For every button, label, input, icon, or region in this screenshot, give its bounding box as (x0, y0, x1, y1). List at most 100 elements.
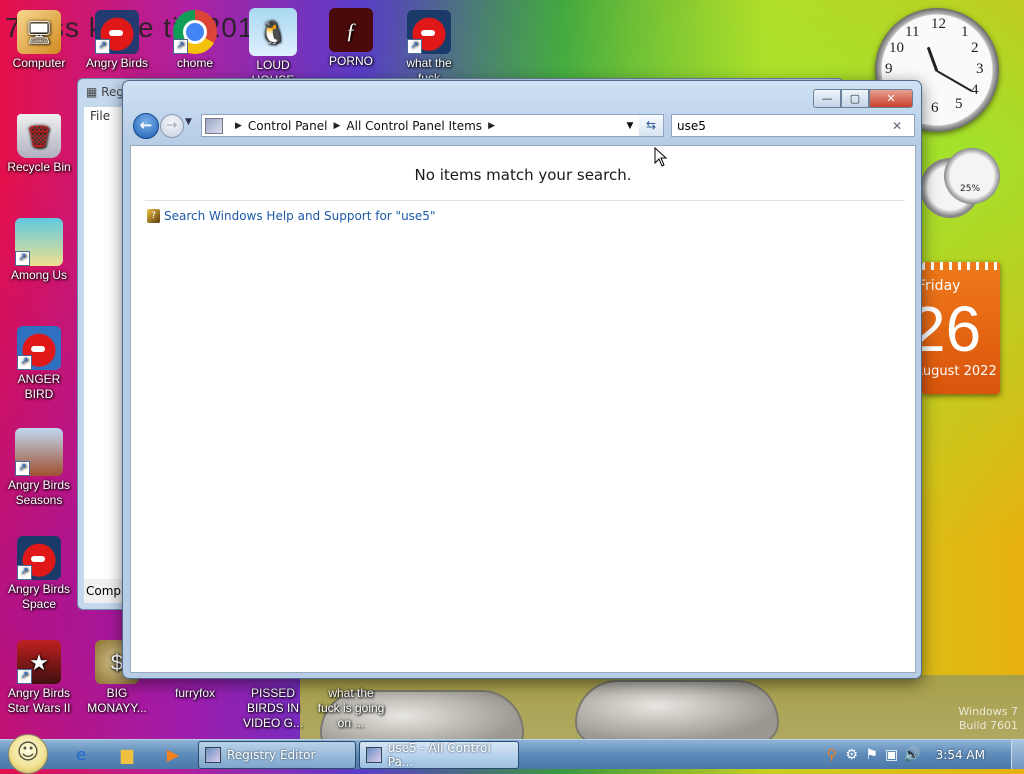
desktop-icon-among-us[interactable]: ↗ Among Us (4, 218, 74, 283)
desktop-icon-angry-birds-seasons[interactable]: ↗ Angry Birds Seasons (4, 428, 74, 508)
taskbar-control-panel[interactable]: use5 - All Control Pa... (359, 741, 519, 769)
angry-birds-star-wars-ii-icon: ★ ↗ (17, 640, 61, 684)
maximize-button[interactable]: ▢ (841, 89, 869, 108)
desktop-icon-angry-birds-space[interactable]: ↗ Angry Birds Space (4, 536, 74, 612)
desktop-icon-label: Angry Birds Space (7, 582, 71, 611)
breadcrumb-all-control-panel-items[interactable]: All Control Panel Items (346, 119, 482, 133)
registry-editor-icon: ▦ (86, 85, 98, 99)
clear-search-icon[interactable]: ✕ (887, 119, 907, 133)
calendar-month-year: August 2022 (922, 364, 997, 379)
breadcrumb-control-panel[interactable]: Control Panel (248, 119, 328, 133)
shortcut-arrow-icon: ↗ (17, 355, 32, 370)
system-tray: ⚲ ⚙ ⚑ ▣ 🔊 3:54 AM (822, 740, 1024, 769)
desktop-icon-chome[interactable]: ↗ chome (160, 10, 230, 71)
navigation-bar: ← → ▼ ▶ Control Panel ▶ All Control Pane… (131, 113, 915, 139)
clock-minute-hand (936, 70, 973, 92)
desktop-icon-what-the-fuck[interactable]: ↗ what the fuck (394, 10, 464, 86)
search-input[interactable] (672, 118, 887, 133)
media-player-icon[interactable]: ▶ (162, 744, 184, 764)
desktop-icon-porno[interactable]: ƒ PORNO (316, 8, 386, 69)
control-panel-window[interactable]: — ▢ ✕ ← → ▼ ▶ Control Panel ▶ All Contro… (122, 80, 922, 679)
breadcrumb-chevron-icon[interactable]: ▶ (235, 121, 242, 131)
desktop-icon-label: Among Us (10, 268, 68, 282)
shortcut-arrow-icon: ↗ (15, 251, 30, 266)
angry-birds-space-icon: ↗ (17, 536, 61, 580)
shortcut-arrow-icon: ↗ (15, 461, 30, 476)
desktop-icon-label: Angry Birds (85, 56, 149, 70)
clock-number: 4 (971, 82, 979, 98)
clock-hour-hand (926, 46, 939, 73)
angry-birds-star-wars-icon: ↗ (95, 10, 139, 54)
memory-gauge: 25% (944, 148, 1000, 204)
desktop-icon-label: Angry Birds Seasons (7, 478, 71, 507)
computer-icon: 🖥 (17, 10, 61, 54)
among-us-icon: ↗ (15, 218, 63, 266)
desktop-icon-label: BIG MONAYY... (87, 686, 147, 715)
clock-number: 12 (931, 16, 946, 32)
desktop-icon-anger-bird[interactable]: ↗ ANGER BIRD (4, 326, 74, 402)
angry-birds-seasons-icon: ↗ (15, 428, 63, 476)
address-dropdown-icon[interactable]: ▼ (621, 121, 639, 131)
angry-bird-icon: ↗ (17, 326, 61, 370)
network-icon[interactable]: ▣ (882, 747, 902, 763)
recycle-bin-icon: 🗑 (17, 114, 61, 158)
taskbar-clock[interactable]: 3:54 AM (936, 748, 985, 762)
calendar-gadget[interactable]: Friday 26 August 2022 (922, 262, 1000, 394)
volume-icon[interactable]: 🔊 (902, 747, 922, 763)
taskbar-registry-editor[interactable]: Registry Editor (198, 741, 356, 769)
desktop-icon-angry-birds[interactable]: ↗ Angry Birds (82, 10, 152, 71)
clock-number: 6 (931, 100, 939, 116)
forward-button[interactable]: → (160, 114, 184, 138)
control-panel-icon (366, 747, 382, 763)
recent-pages-chevron-icon[interactable]: ▼ (185, 117, 192, 127)
breadcrumb-chevron-icon[interactable]: ▶ (488, 121, 495, 131)
search-icon[interactable]: ⚲ (822, 747, 842, 763)
windows-explorer-icon[interactable]: ▆ (116, 744, 138, 764)
close-button[interactable]: ✕ (869, 89, 913, 108)
calendar-day-name: Friday (922, 278, 961, 294)
desktop-icon-computer[interactable]: 🖥 Computer (4, 10, 74, 71)
refresh-button[interactable]: ⇆ (639, 114, 664, 137)
minimize-button[interactable]: — (813, 89, 841, 108)
clock-number: 1 (961, 24, 969, 40)
search-help-link[interactable]: ? Search Windows Help and Support for "u… (147, 209, 435, 223)
angry-birds-space-icon: ↗ (407, 10, 451, 54)
shortcut-arrow-icon: ↗ (407, 39, 422, 54)
clock-number: 11 (905, 24, 920, 40)
registry-editor-icon (205, 747, 221, 763)
shortcut-arrow-icon: ↗ (17, 565, 32, 580)
start-button[interactable]: ☺ (8, 734, 48, 774)
search-box[interactable]: ✕ (671, 114, 915, 137)
watermark-line-1: Windows 7 (958, 705, 1018, 718)
desktop-icon-label: PORNO (328, 54, 373, 68)
internet-explorer-icon[interactable]: e (70, 744, 92, 764)
chrome-icon: ↗ (173, 10, 217, 54)
calendar-day-number: 26 (922, 293, 982, 365)
desktop-icon-loud-house[interactable]: 🐧 LOUD HOUSE (238, 8, 308, 88)
desktop-icon-label: Angry Birds Star Wars II (7, 686, 71, 715)
divider (145, 200, 905, 201)
memory-percent: 25% (960, 184, 981, 194)
control-panel-icon (205, 117, 223, 134)
taskbar-item-label: Registry Editor (227, 748, 316, 762)
taskbar-item-label: use5 - All Control Pa... (387, 741, 491, 769)
shortcut-arrow-icon: ↗ (17, 669, 32, 684)
desktop-icon-angry-birds-star-wars-ii[interactable]: ★ ↗ Angry Birds Star Wars II (4, 640, 74, 716)
desktop-icon-recycle-bin[interactable]: 🗑 Recycle Bin (4, 114, 74, 175)
desktop-icon-label: what the fuck is going on ... (317, 686, 385, 730)
watermark-line-2: Build 7601 (958, 719, 1018, 732)
address-bar[interactable]: ▶ Control Panel ▶ All Control Panel Item… (201, 114, 640, 137)
gear-icon[interactable]: ⚙ (842, 747, 862, 763)
clock-number: 10 (889, 40, 904, 56)
search-help-link-text[interactable]: Search Windows Help and Support for "use… (164, 209, 435, 223)
show-desktop-button[interactable] (1011, 740, 1024, 769)
windows-watermark: Windows 7 Build 7601 (958, 705, 1018, 733)
breadcrumb-chevron-icon[interactable]: ▶ (334, 121, 341, 131)
shortcut-arrow-icon: ↗ (95, 39, 110, 54)
clock-number: 2 (971, 40, 979, 56)
mouse-cursor-icon (654, 146, 668, 170)
cpu-meter-gadget[interactable]: 25% (920, 148, 1000, 238)
action-center-flag-icon[interactable]: ⚑ (862, 747, 882, 763)
shortcut-arrow-icon: ↗ (173, 39, 188, 54)
back-button[interactable]: ← (133, 113, 159, 139)
